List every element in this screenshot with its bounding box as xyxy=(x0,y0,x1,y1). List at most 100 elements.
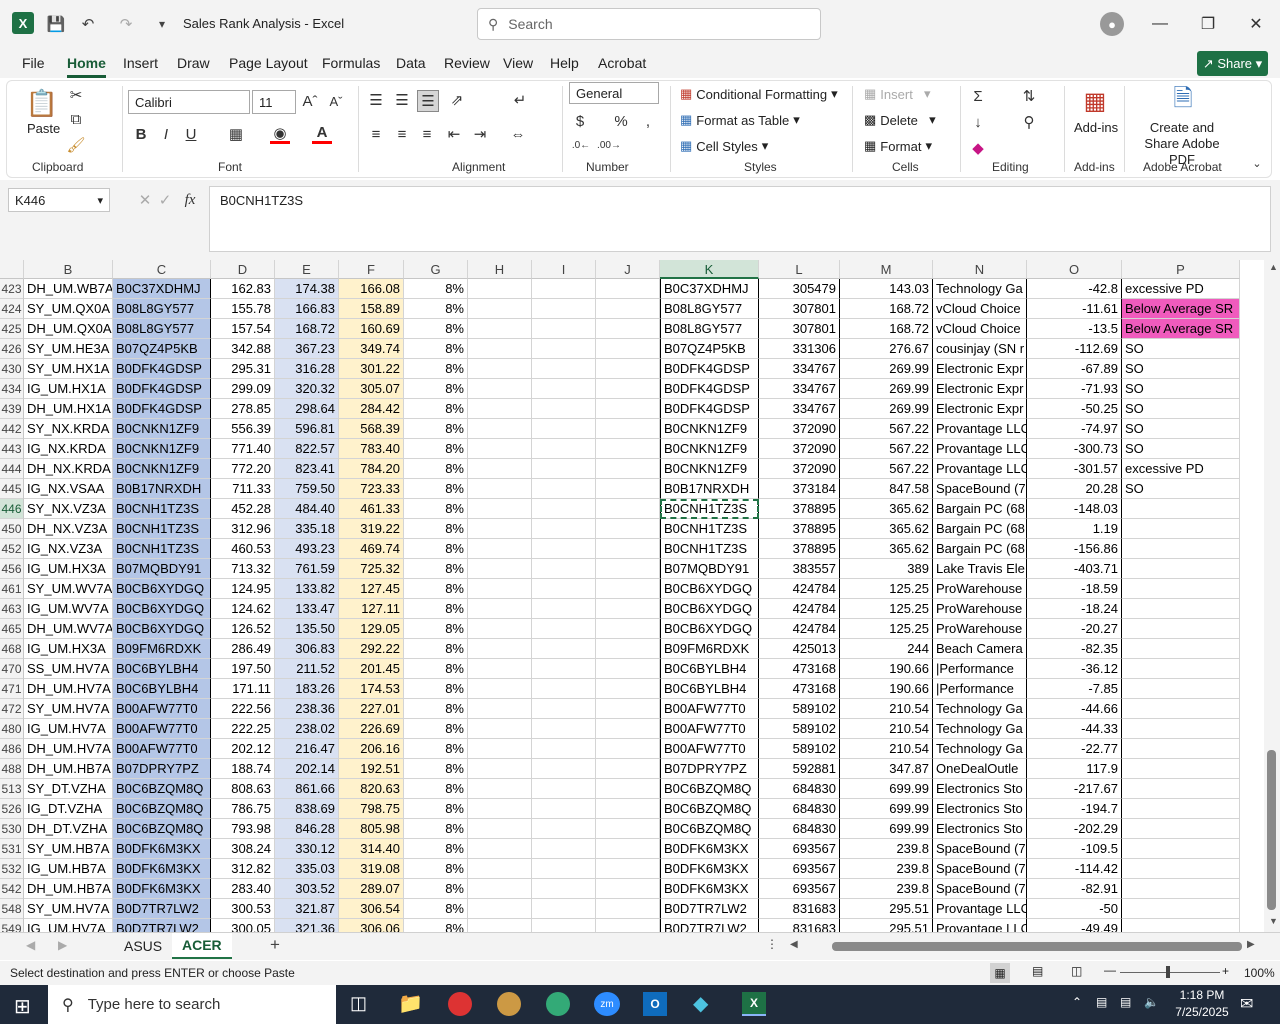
cell-d[interactable]: 202.12 xyxy=(211,739,275,759)
taskbar-search[interactable]: ⚲ Type here to search xyxy=(48,985,336,1024)
cell-d[interactable]: 124.62 xyxy=(211,599,275,619)
cell-o[interactable]: -112.69 xyxy=(1027,339,1122,359)
row-header[interactable]: 531 xyxy=(0,839,24,859)
cell-g[interactable]: 8% xyxy=(404,759,468,779)
cell-l[interactable]: 305479 xyxy=(759,279,840,299)
sheet-tab-asus[interactable]: ASUS xyxy=(124,938,162,954)
cell-j[interactable] xyxy=(596,419,660,439)
cell-m[interactable]: 365.62 xyxy=(840,539,933,559)
format-painter-icon[interactable]: 🖌 xyxy=(66,136,86,154)
row-header[interactable]: 425 xyxy=(0,319,24,339)
number-format-select[interactable]: General xyxy=(569,82,659,104)
cell-f[interactable]: 129.05 xyxy=(339,619,404,639)
cell-d[interactable]: 308.24 xyxy=(211,839,275,859)
cell-k[interactable]: B00AFW77T0 xyxy=(660,719,759,739)
cell-j[interactable] xyxy=(596,639,660,659)
decrease-indent-icon[interactable]: ⇤ xyxy=(444,124,464,144)
cell-p[interactable]: SO xyxy=(1122,339,1240,359)
cell-p[interactable] xyxy=(1122,859,1240,879)
cell-h[interactable] xyxy=(468,579,532,599)
cell-i[interactable] xyxy=(532,479,596,499)
addins-button[interactable]: Add-ins xyxy=(1074,120,1118,135)
cell-d[interactable]: 278.85 xyxy=(211,399,275,419)
cell-p[interactable] xyxy=(1122,519,1240,539)
align-left-icon[interactable]: ≡ xyxy=(366,124,386,144)
cell-l[interactable]: 378895 xyxy=(759,519,840,539)
row-header[interactable]: 532 xyxy=(0,859,24,879)
cell-o[interactable]: -13.5 xyxy=(1027,319,1122,339)
cell-g[interactable]: 8% xyxy=(404,579,468,599)
cell-k[interactable]: B0DFK6M3KX xyxy=(660,879,759,899)
cell-c[interactable]: B07MQBDY91 xyxy=(113,559,211,579)
cell-f[interactable]: 301.22 xyxy=(339,359,404,379)
cell-e[interactable]: 183.26 xyxy=(275,679,339,699)
column-header[interactable]: F xyxy=(339,260,404,279)
cell-b[interactable]: SY_UM.QX0A xyxy=(24,299,113,319)
cell-l[interactable]: 684830 xyxy=(759,799,840,819)
autosum-icon[interactable]: Σ xyxy=(968,86,988,106)
cell-e[interactable]: 335.18 xyxy=(275,519,339,539)
cell-f[interactable]: 201.45 xyxy=(339,659,404,679)
cell-b[interactable]: DH_UM.HX1A xyxy=(24,399,113,419)
cell-e[interactable]: 822.57 xyxy=(275,439,339,459)
cell-c[interactable]: B0B17NRXDH xyxy=(113,479,211,499)
cell-d[interactable]: 188.74 xyxy=(211,759,275,779)
cell-h[interactable] xyxy=(468,699,532,719)
paste-icon[interactable]: 📋 xyxy=(26,86,58,120)
cell-i[interactable] xyxy=(532,779,596,799)
cell-g[interactable]: 8% xyxy=(404,379,468,399)
cell-j[interactable] xyxy=(596,359,660,379)
customize-qat-icon[interactable]: ▾ xyxy=(150,12,174,36)
cell-h[interactable] xyxy=(468,839,532,859)
cell-d[interactable]: 771.40 xyxy=(211,439,275,459)
cell-k[interactable]: B0CB6XYDGQ xyxy=(660,619,759,639)
column-header[interactable]: K xyxy=(660,260,759,279)
currency-icon[interactable]: $ xyxy=(572,112,588,130)
cell-k[interactable]: B0CNH1TZ3S xyxy=(660,499,759,519)
cell-n[interactable]: Beach Camera xyxy=(933,639,1027,659)
cell-i[interactable] xyxy=(532,819,596,839)
cell-p[interactable] xyxy=(1122,759,1240,779)
cell-i[interactable] xyxy=(532,759,596,779)
cell-j[interactable] xyxy=(596,699,660,719)
cell-l[interactable]: 307801 xyxy=(759,319,840,339)
cell-n[interactable]: Provantage LLC xyxy=(933,419,1027,439)
cell-o[interactable]: -50.25 xyxy=(1027,399,1122,419)
cell-i[interactable] xyxy=(532,699,596,719)
cell-k[interactable]: B00AFW77T0 xyxy=(660,699,759,719)
cell-m[interactable]: 143.03 xyxy=(840,279,933,299)
cell-i[interactable] xyxy=(532,379,596,399)
column-header[interactable]: J xyxy=(596,260,660,279)
cell-j[interactable] xyxy=(596,399,660,419)
cell-b[interactable]: DH_UM.HV7A xyxy=(24,739,113,759)
cell-p[interactable]: SO xyxy=(1122,479,1240,499)
cell-m[interactable]: 276.67 xyxy=(840,339,933,359)
cell-h[interactable] xyxy=(468,559,532,579)
cell-b[interactable]: SY_UM.HX1A xyxy=(24,359,113,379)
cell-e[interactable]: 493.23 xyxy=(275,539,339,559)
page-break-view-icon[interactable]: ◫ xyxy=(1071,964,1082,978)
cell-p[interactable] xyxy=(1122,499,1240,519)
scroll-left-icon[interactable]: ◀ xyxy=(790,939,798,950)
enter-icon[interactable]: ✓ xyxy=(158,190,172,210)
cell-g[interactable]: 8% xyxy=(404,879,468,899)
cell-i[interactable] xyxy=(532,339,596,359)
format-as-table-button[interactable]: ▦ Format as Table ▾ xyxy=(680,112,800,128)
cell-f[interactable]: 226.69 xyxy=(339,719,404,739)
cell-k[interactable]: B0D7TR7LW2 xyxy=(660,899,759,919)
cell-b[interactable]: DH_UM.WV7A xyxy=(24,619,113,639)
addins-icon[interactable]: ▦ xyxy=(1080,86,1110,116)
scroll-down-icon[interactable]: ▼ xyxy=(1269,916,1278,926)
row-header[interactable]: 450 xyxy=(0,519,24,539)
cell-j[interactable] xyxy=(596,759,660,779)
cell-o[interactable]: -36.12 xyxy=(1027,659,1122,679)
clear-icon[interactable]: ◆ xyxy=(968,138,988,158)
cell-j[interactable] xyxy=(596,819,660,839)
cell-o[interactable]: -109.5 xyxy=(1027,839,1122,859)
cell-n[interactable]: Electronics Sto xyxy=(933,799,1027,819)
cell-p[interactable] xyxy=(1122,639,1240,659)
cell-m[interactable]: 210.54 xyxy=(840,699,933,719)
cell-n[interactable]: Technology Ga xyxy=(933,739,1027,759)
cell-c[interactable]: B0CB6XYDGQ xyxy=(113,599,211,619)
cell-j[interactable] xyxy=(596,719,660,739)
